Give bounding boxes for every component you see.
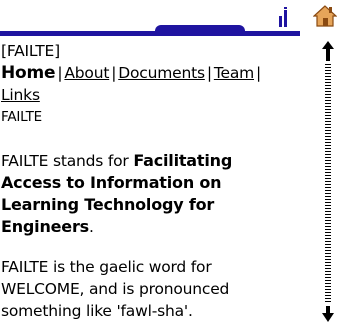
nav-separator: | — [206, 64, 212, 82]
signal-icon — [279, 7, 287, 27]
vertical-scrollbar[interactable] — [320, 40, 336, 326]
nav-separator: | — [256, 64, 262, 82]
meaning-paragraph: FAILTE is the gaelic word for WELCOME, a… — [1, 256, 315, 322]
page-content: [FAILTE] Home | About | Documents | Team | Link… — [1, 40, 315, 327]
nav-separator: | — [111, 64, 117, 82]
nav-link-team[interactable]: Team — [214, 64, 254, 82]
title-bar — [0, 0, 340, 38]
intro-bold-4: Engineers — [1, 217, 89, 236]
brand-label: FAILTE — [1, 109, 42, 125]
page-marker: [FAILTE] — [1, 42, 60, 60]
home-icon[interactable] — [313, 4, 337, 28]
intro-bold-1: Facilitating — [133, 151, 233, 170]
scroll-track[interactable] — [325, 64, 331, 304]
nav-bar: Home | About | Documents | Team | — [1, 62, 315, 84]
meaning-line-2: WELCOME, and is pronounced — [1, 280, 230, 298]
nav-link-documents[interactable]: Documents — [118, 64, 205, 82]
nav-bar-continued: Links — [1, 84, 315, 106]
title-rule — [0, 31, 300, 36]
intro-bold-3: Learning Technology for — [1, 195, 215, 214]
intro-lead: FAILTE stands for — [1, 152, 134, 170]
intro-tail: . — [88, 218, 94, 236]
scroll-down-arrow-icon[interactable] — [320, 306, 336, 324]
nav-link-about[interactable]: About — [64, 64, 109, 82]
intro-paragraph: FAILTE stands for Facilitating Access to… — [1, 150, 315, 238]
meaning-line-3: something like 'fawl-sha'. — [1, 302, 193, 320]
intro-bold-2: Access to Information on — [1, 173, 222, 192]
scroll-up-arrow-icon[interactable] — [320, 40, 336, 62]
nav-link-links[interactable]: Links — [1, 86, 40, 104]
meaning-line-1: FAILTE is the gaelic word for — [1, 258, 212, 276]
nav-current-home: Home — [1, 63, 56, 83]
